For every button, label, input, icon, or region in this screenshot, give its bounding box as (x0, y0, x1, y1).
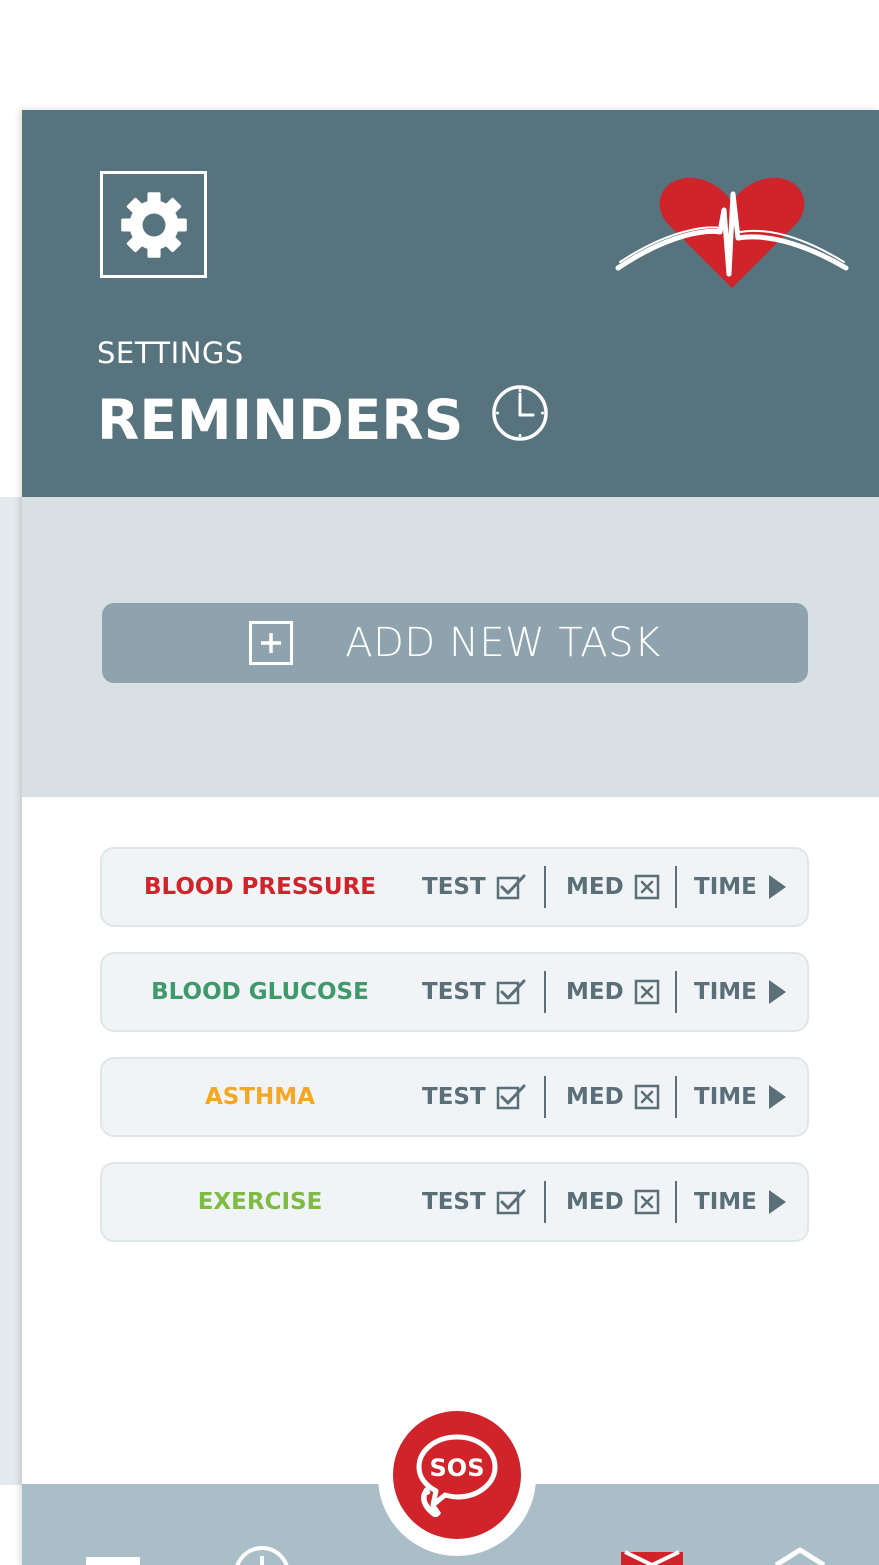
time-button[interactable]: TIME (694, 1164, 787, 1240)
settings-button[interactable] (100, 171, 207, 278)
time-button[interactable]: TIME (694, 1059, 787, 1135)
time-label: TIME (694, 1084, 757, 1110)
test-toggle[interactable]: TEST (422, 1059, 526, 1135)
med-label: MED (566, 979, 624, 1005)
task-row-blood-pressure[interactable]: BLOOD PRESSURE TEST MED TIME (100, 847, 809, 927)
divider (544, 1181, 546, 1223)
add-circle-icon[interactable] (232, 1544, 292, 1565)
section-label: SETTINGS (97, 336, 244, 370)
background-strip (0, 497, 22, 1485)
test-label: TEST (422, 979, 486, 1005)
task-name: BLOOD PRESSURE (143, 874, 377, 900)
checkbox-x-icon (634, 979, 659, 1005)
task-list: BLOOD PRESSURE TEST MED TIME BLOOD GLUCO… (100, 847, 809, 1267)
checkbox-checked-icon (496, 979, 526, 1005)
checkbox-x-icon (634, 1189, 659, 1215)
divider (544, 1076, 546, 1118)
divider (675, 866, 677, 908)
med-label: MED (566, 874, 624, 900)
clock-icon (491, 384, 549, 455)
heart-logo (615, 177, 849, 288)
test-toggle[interactable]: TEST (422, 849, 526, 925)
test-label: TEST (422, 1189, 486, 1215)
med-label: MED (566, 1084, 624, 1110)
add-new-task-label: ADD NEW TASK (345, 620, 661, 666)
divider (675, 1181, 677, 1223)
play-arrow-icon (768, 1190, 786, 1214)
time-button[interactable]: TIME (694, 849, 787, 925)
page-title: REMINDERS (97, 387, 464, 452)
sos-button[interactable]: SOS (393, 1411, 521, 1539)
task-name: EXERCISE (197, 1189, 323, 1215)
test-toggle[interactable]: TEST (422, 1164, 526, 1240)
checkbox-x-icon (634, 874, 659, 900)
gear-icon (120, 191, 187, 258)
play-arrow-icon (768, 1085, 786, 1109)
task-row-blood-glucose[interactable]: BLOOD GLUCOSE TEST MED TIME (100, 952, 809, 1032)
task-row-asthma[interactable]: ASTHMA TEST MED TIME (100, 1057, 809, 1137)
med-label: MED (566, 1189, 624, 1215)
task-name: ASTHMA (205, 1084, 315, 1110)
test-label: TEST (422, 874, 486, 900)
play-arrow-icon (768, 875, 786, 899)
time-label: TIME (694, 874, 757, 900)
divider (544, 971, 546, 1013)
divider (675, 1076, 677, 1118)
menu-icon[interactable] (86, 1554, 140, 1565)
sos-label: SOS (430, 1454, 485, 1482)
add-new-task-button[interactable]: ADD NEW TASK (102, 603, 808, 683)
page-title-row: REMINDERS (97, 384, 549, 455)
mail-icon[interactable] (621, 1550, 683, 1565)
test-label: TEST (422, 1084, 486, 1110)
med-toggle[interactable]: MED (566, 1164, 660, 1240)
med-toggle[interactable]: MED (566, 849, 660, 925)
checkbox-checked-icon (496, 1084, 526, 1110)
plus-box-icon (249, 621, 294, 665)
play-arrow-icon (768, 980, 786, 1004)
time-label: TIME (694, 1189, 757, 1215)
checkbox-checked-icon (496, 874, 526, 900)
med-toggle[interactable]: MED (566, 1059, 660, 1135)
divider (675, 971, 677, 1013)
checkbox-x-icon (634, 1084, 659, 1110)
time-label: TIME (694, 979, 757, 1005)
med-toggle[interactable]: MED (566, 954, 660, 1030)
sos-phone-icon: SOS (416, 1434, 498, 1518)
test-toggle[interactable]: TEST (422, 954, 526, 1030)
checkbox-checked-icon (496, 1189, 526, 1215)
task-name: BLOOD GLUCOSE (151, 979, 369, 1005)
home-icon[interactable] (772, 1546, 828, 1565)
task-row-exercise[interactable]: EXERCISE TEST MED TIME (100, 1162, 809, 1242)
time-button[interactable]: TIME (694, 954, 787, 1030)
divider (544, 866, 546, 908)
